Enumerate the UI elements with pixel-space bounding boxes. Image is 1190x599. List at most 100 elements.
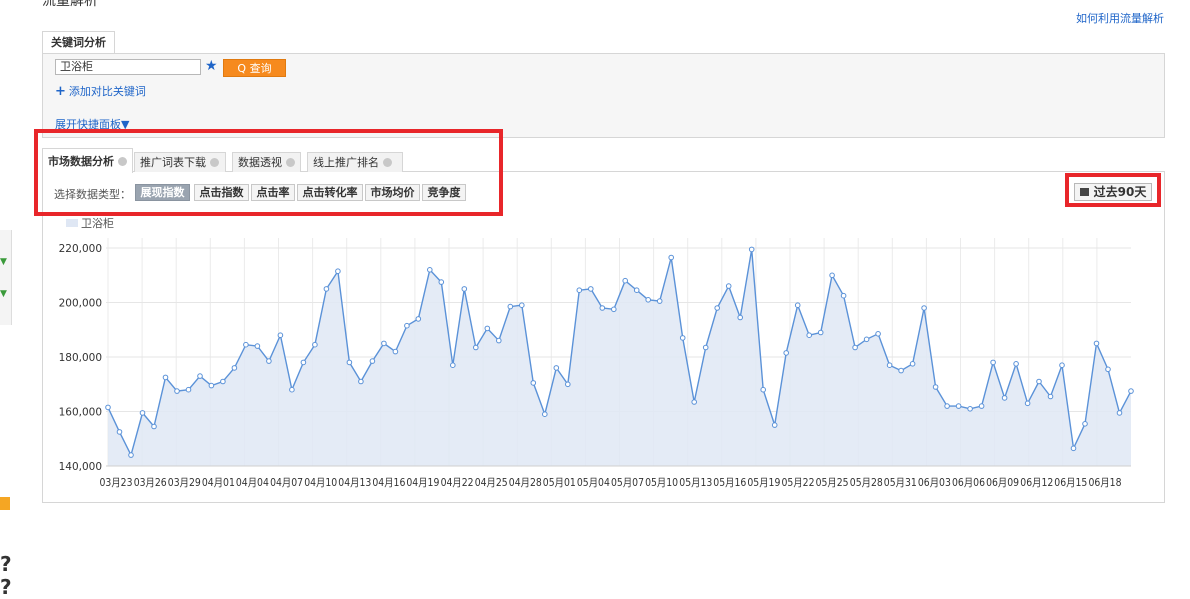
data-point: [323, 286, 330, 292]
data-point: [553, 365, 560, 371]
data-point: [197, 373, 203, 379]
data-point: [139, 410, 146, 416]
data-point: [243, 341, 249, 348]
data-point: [863, 336, 870, 343]
x-tick-label: 04月04: [236, 477, 269, 489]
data-point: [990, 359, 996, 366]
x-tick-label: 06月09: [986, 477, 1019, 489]
x-tick-label: 04月13: [338, 477, 371, 489]
data-point: [588, 286, 594, 292]
data-point: [737, 314, 744, 321]
data-point: [645, 297, 652, 303]
data-point: [300, 359, 307, 366]
data-point: [955, 403, 962, 409]
data-point: [484, 325, 491, 332]
data-point: [507, 303, 514, 310]
data-point: [392, 348, 399, 355]
x-tick-label: 06月06: [952, 477, 985, 489]
data-point: [875, 331, 881, 337]
data-point: [622, 277, 629, 284]
y-tick-label: 140,000: [59, 461, 102, 473]
data-point: [381, 340, 387, 347]
data-point: [312, 341, 318, 348]
data-point: [967, 406, 973, 412]
data-point: [185, 386, 192, 393]
data-point: [128, 452, 134, 458]
data-point: [208, 382, 215, 389]
data-point: [921, 305, 927, 311]
data-point: [415, 316, 422, 322]
data-point: [162, 374, 169, 381]
x-tick-label: 06月03: [918, 477, 951, 489]
y-tick-label: 200,000: [59, 298, 102, 310]
x-tick-label: 04月07: [270, 477, 303, 489]
data-point: [335, 268, 341, 275]
data-point: [1093, 340, 1100, 347]
data-point: [369, 358, 376, 364]
data-point: [277, 332, 284, 339]
data-point: [427, 267, 433, 273]
x-tick-label: 04月19: [406, 477, 439, 489]
data-point: [496, 337, 502, 344]
data-point: [978, 403, 985, 409]
data-point: [289, 386, 295, 393]
data-point: [1047, 393, 1054, 400]
data-point: [542, 411, 548, 418]
x-tick-label: 05月22: [782, 477, 815, 489]
data-point: [473, 344, 479, 351]
x-tick-label: 04月16: [372, 477, 405, 489]
x-tick-label: 04月25: [475, 477, 508, 489]
data-point: [1024, 400, 1031, 407]
data-point: [266, 358, 272, 364]
x-tick-label: 04月28: [509, 477, 542, 489]
data-point: [231, 365, 238, 371]
x-tick-label: 05月28: [850, 477, 883, 489]
data-point: [450, 362, 456, 369]
data-point: [599, 305, 606, 311]
x-tick-label: 06月18: [1089, 477, 1122, 489]
data-point: [346, 359, 353, 366]
x-tick-label: 04月01: [202, 477, 235, 489]
x-tick-label: 05月31: [884, 477, 917, 489]
data-point: [461, 286, 468, 292]
data-point: [794, 302, 801, 309]
data-point: [702, 344, 709, 351]
data-point: [358, 378, 364, 385]
x-tick-label: 05月01: [543, 477, 576, 489]
data-point: [656, 298, 663, 304]
data-point: [1059, 362, 1065, 369]
data-point: [840, 292, 847, 299]
data-point: [909, 361, 916, 367]
line-chart: 140,000 160,000 180,000 200,000 220,000 03月23…: [59, 238, 1134, 489]
data-point: [1116, 410, 1123, 416]
data-point: [679, 335, 686, 341]
data-point: [220, 378, 226, 385]
x-tick-label: 03月23: [100, 477, 133, 489]
data-point: [576, 287, 583, 294]
data-point: [254, 343, 261, 349]
data-point: [1105, 366, 1111, 373]
data-point: [829, 272, 835, 279]
data-point: [1036, 378, 1042, 385]
data-point: [806, 332, 813, 339]
data-point: [116, 429, 123, 435]
data-point: [852, 344, 858, 351]
data-point: [1070, 445, 1077, 452]
x-tick-label: 04月10: [304, 477, 337, 489]
data-point: [714, 305, 721, 311]
data-point: [565, 381, 571, 388]
x-tick-label: 06月12: [1020, 477, 1053, 489]
data-point: [783, 350, 790, 356]
data-point: [1001, 395, 1008, 401]
data-point: [1013, 361, 1019, 367]
x-tick-label: 05月10: [645, 477, 678, 489]
data-point: [886, 362, 893, 369]
data-point: [633, 287, 640, 294]
x-tick-label: 05月04: [577, 477, 610, 489]
x-tick-label: 05月19: [747, 477, 780, 489]
y-tick-label: 220,000: [59, 243, 102, 255]
data-point: [817, 329, 824, 336]
data-point: [174, 388, 180, 394]
data-point: [932, 384, 939, 390]
data-point: [760, 386, 767, 393]
